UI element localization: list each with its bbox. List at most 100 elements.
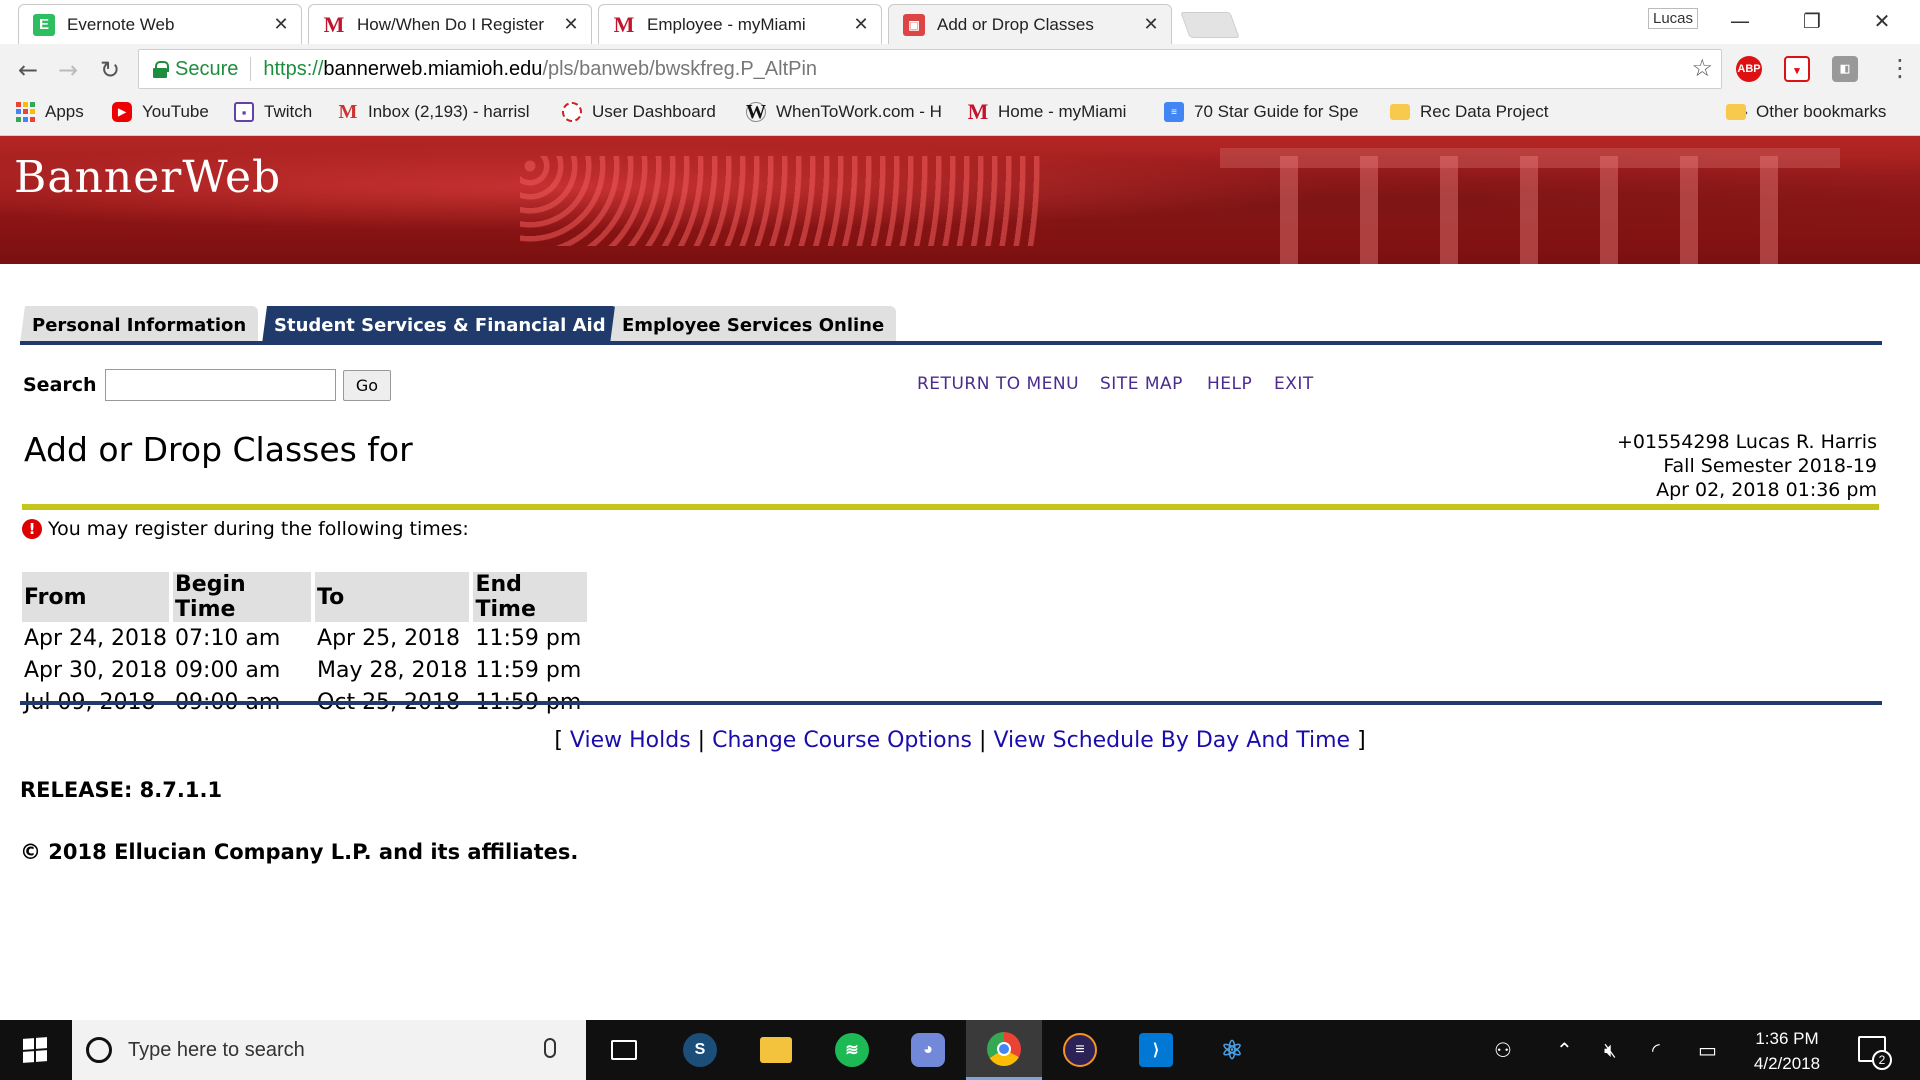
bookmark-label: Inbox (2,193) - harrisl [368,102,530,121]
task-view-button[interactable] [586,1020,662,1080]
bannerweb-header: BannerWeb [0,136,1920,264]
atom-icon: ⚛ [1220,1034,1244,1065]
nav-divider [20,341,1882,345]
tab-employee-services[interactable]: Employee Services Online [610,306,897,344]
start-button[interactable] [0,1020,70,1080]
bookmark-mymiami[interactable]: M Home - myMiami [968,102,1126,122]
close-tab-icon[interactable]: ✕ [561,14,581,35]
taskbar-eclipse[interactable]: ≡ [1042,1020,1118,1080]
windows-logo-icon [23,1037,47,1063]
tab-title: Employee - myMiami [647,14,806,34]
taskbar-steam[interactable]: S [662,1020,738,1080]
calendar-extension-icon[interactable]: ▾ [1784,56,1810,82]
browser-tab-evernote[interactable]: E Evernote Web ✕ [18,4,302,44]
close-tab-icon[interactable]: ✕ [851,14,871,35]
url-host: bannerweb.miamioh.edu [323,57,543,80]
browser-tab-employee[interactable]: M Employee - myMiami ✕ [598,4,882,44]
bookmark-user-dashboard[interactable]: User Dashboard [562,102,716,122]
minimize-icon[interactable]: — [1720,6,1760,36]
bookmark-label: WhenToWork.com - H [776,102,942,121]
go-button[interactable]: Go [343,370,391,401]
forward-icon[interactable]: → [52,54,84,86]
volume-muted-icon[interactable]: 🔇︎ [1604,1038,1617,1062]
other-bookmarks[interactable]: Other bookmarks [1726,102,1886,122]
copyright: © 2018 Ellucian Company L.P. and its aff… [20,840,579,864]
wifi-icon[interactable]: ◜ [1652,1038,1660,1062]
taskbar-vscode[interactable]: ⟩ [1118,1020,1194,1080]
browser-tab-add-drop[interactable]: ▣ Add or Drop Classes ✕ [888,4,1172,44]
search-input[interactable] [105,369,336,401]
bookmark-whentowork[interactable]: W WhenToWork.com - H [746,102,950,122]
windows-taskbar: Type here to search S ≋ ◕ ≡ ⟩ ⚛ ⚇ ⌃ 🔇︎ ◜… [0,1020,1920,1080]
close-tab-icon[interactable]: ✕ [271,14,291,35]
bookmark-inbox[interactable]: M Inbox (2,193) - harrisl [338,102,542,122]
folder-icon [1390,104,1410,120]
cell-from: Apr 24, 2018 [24,625,168,651]
user-info: +01554298 Lucas R. Harris Fall Semester … [1617,430,1877,502]
address-bar[interactable]: Secure https://bannerweb.miamioh.edu/pls… [138,49,1722,89]
bookmark-label: YouTube [142,102,209,121]
taskbar-discord[interactable]: ◕ [890,1020,966,1080]
alert-icon: ! [22,519,42,539]
microphone-icon[interactable] [544,1038,556,1058]
exit-link[interactable]: EXIT [1274,374,1314,394]
bookmark-star-icon[interactable]: ☆ [1691,54,1713,83]
column-header-to: To [315,572,470,622]
bookmark-youtube[interactable]: ▶ YouTube [112,102,209,122]
tab-personal-information[interactable]: Personal Information [20,306,259,344]
view-schedule-link[interactable]: View Schedule By Day And Time [993,728,1350,753]
timestamp: Apr 02, 2018 01:36 pm [1656,479,1877,501]
extension-icon[interactable]: ◧ [1832,56,1858,82]
bookmark-twitch[interactable]: ▪ Twitch [234,102,312,122]
user-id-name: +01554298 Lucas R. Harris [1617,431,1877,453]
close-window-icon[interactable]: ✕ [1862,6,1902,36]
taskbar-spotify[interactable]: ≋ [814,1020,890,1080]
change-course-options-link[interactable]: Change Course Options [712,728,972,753]
table-row: Apr 30, 2018 09:00 am May 28, 2018 11:59… [22,654,587,686]
view-holds-link[interactable]: View Holds [570,728,691,753]
people-icon[interactable]: ⚇ [1494,1038,1512,1062]
footer-links: [ View Holds | Change Course Options | V… [0,728,1920,753]
miami-m-icon: M [323,11,345,37]
miami-m-icon: M [613,11,635,37]
bookmark-rec-data[interactable]: Rec Data Project [1390,102,1549,122]
profile-button[interactable]: Lucas [1648,8,1699,29]
cell-to: May 28, 2018 [317,657,468,683]
battery-icon[interactable]: ▭ [1698,1038,1717,1062]
taskbar-chrome[interactable] [966,1020,1042,1080]
help-link[interactable]: HELP [1207,374,1252,394]
cell-from: Apr 30, 2018 [24,657,168,683]
bookmark-label: Twitch [264,102,313,121]
cell-begin-time: 09:00 am [175,657,281,683]
eclipse-icon: ≡ [1063,1033,1097,1067]
chrome-menu-icon[interactable]: ⋮ [1888,54,1912,82]
taskbar-atom[interactable]: ⚛ [1194,1020,1270,1080]
site-map-link[interactable]: SITE MAP [1100,374,1183,394]
taskbar-search-box[interactable]: Type here to search [72,1020,586,1080]
tab-student-services[interactable]: Student Services & Financial Aid [262,306,618,344]
bookmark-label: 70 Star Guide for Spe [1194,102,1359,121]
evernote-icon: E [33,13,55,36]
release-version: RELEASE: 8.7.1.1 [20,778,223,802]
omnibox-divider [250,57,252,81]
cell-to: Apr 25, 2018 [317,625,461,651]
new-tab-button[interactable] [1180,12,1240,38]
taskbar-file-explorer[interactable] [738,1020,814,1080]
bannerweb-icon: ▣ [903,13,925,36]
return-to-menu-link[interactable]: RETURN TO MENU [917,374,1079,394]
reload-icon[interactable]: ↻ [94,54,126,86]
show-hidden-icons-chevron-up-icon[interactable]: ⌃ [1556,1038,1573,1062]
restore-icon[interactable]: ❐ [1792,6,1832,36]
twitch-icon: ▪ [234,102,254,122]
notification-count-badge: 2 [1872,1050,1892,1070]
notice-text: You may register during the following ti… [48,518,469,540]
bookmark-apps[interactable]: Apps [16,102,84,122]
bookmark-star-guide[interactable]: ≡ 70 Star Guide for Spe [1164,102,1370,122]
bookmark-label: Apps [45,102,84,121]
close-tab-icon[interactable]: ✕ [1141,14,1161,35]
table-row: Apr 24, 2018 07:10 am Apr 25, 2018 11:59… [22,622,587,654]
back-icon[interactable]: ← [12,54,44,86]
browser-tab-register[interactable]: M How/When Do I Register ✕ [308,4,592,44]
system-clock[interactable]: 1:36 PM 4/2/2018 [1732,1026,1842,1076]
adblock-plus-icon[interactable]: ABP [1736,56,1762,82]
